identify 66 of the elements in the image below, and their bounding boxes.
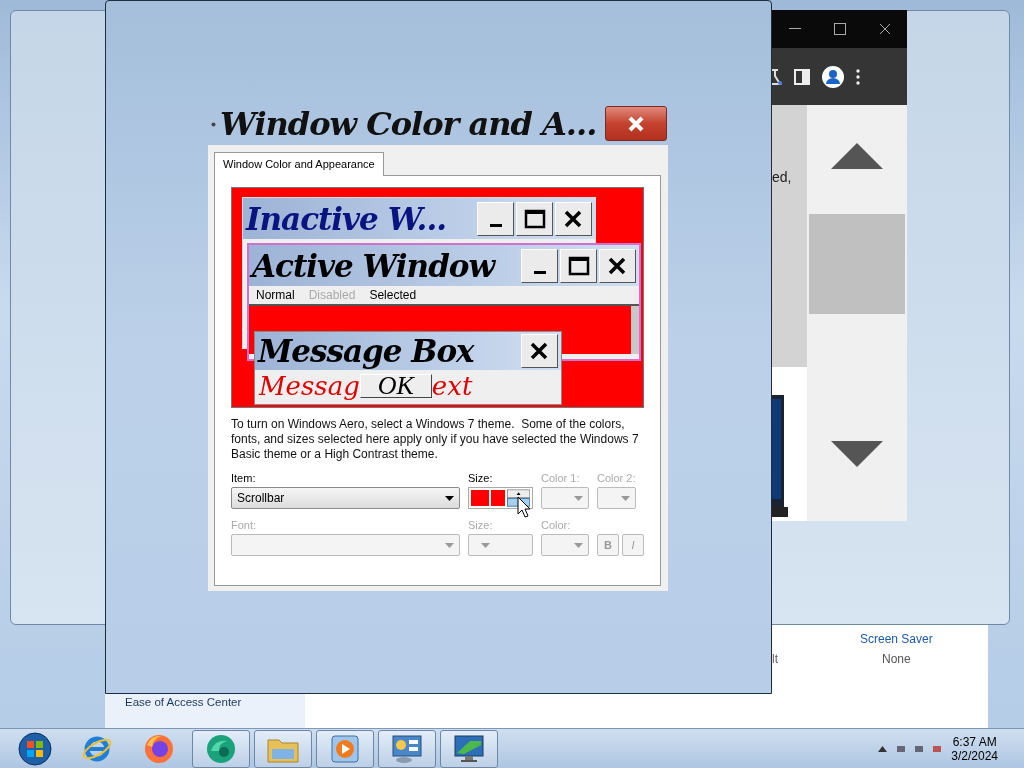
close-button[interactable] xyxy=(605,106,667,141)
maximize-icon xyxy=(567,255,590,276)
minimize-icon xyxy=(489,224,502,227)
control-panel-icon xyxy=(390,732,424,765)
show-hidden-icon[interactable] xyxy=(878,745,888,752)
taskbar-button[interactable] xyxy=(192,729,250,768)
close-icon xyxy=(627,115,645,132)
swirl-icon xyxy=(205,732,237,765)
minimize-button[interactable] xyxy=(521,248,558,283)
field-label: Color 1: xyxy=(541,472,581,484)
maximize-icon xyxy=(523,208,546,229)
close-icon xyxy=(878,23,891,35)
menu-item[interactable]: Normal xyxy=(256,288,295,302)
scrollbar xyxy=(631,306,639,354)
field-label: Color 2: xyxy=(597,472,636,484)
caret-icon xyxy=(481,542,490,548)
more-menu-icon[interactable] xyxy=(856,68,860,85)
scrollbar[interactable] xyxy=(807,105,907,521)
field-label: Font: xyxy=(231,519,258,531)
clock[interactable]: 6:37 AM 3/2/2024 xyxy=(951,734,998,763)
caret-icon xyxy=(621,495,630,501)
screen-saver-value: None xyxy=(882,652,911,666)
scroll-thumb[interactable] xyxy=(809,214,905,314)
message-text: ext xyxy=(431,372,473,399)
taskbar-button[interactable] xyxy=(440,729,498,768)
flask-icon[interactable] xyxy=(772,67,782,86)
description: To turn on Windows Aero, select a Windows 7 theme. Some of the colors, fonts, and sizes selected here apply only if you have selected the Windows 7 Basic theme or a High Contrast theme. xyxy=(231,417,640,462)
caret-icon xyxy=(574,542,583,548)
minimize-icon xyxy=(788,28,801,30)
message-title: Message Box xyxy=(258,333,476,369)
taskbar-button[interactable] xyxy=(254,729,312,768)
field-label: Size: xyxy=(468,472,494,484)
text-fragment: lt xyxy=(772,652,778,666)
minimize-icon xyxy=(533,271,546,274)
caret-icon xyxy=(445,495,454,501)
window-title: Window Color and A... xyxy=(220,105,597,143)
play-icon xyxy=(329,732,361,765)
taskbar-button[interactable] xyxy=(378,729,436,768)
field-label: Size: xyxy=(468,519,494,531)
text-fragment: ed, xyxy=(772,169,792,185)
scroll-down-icon[interactable] xyxy=(831,441,883,467)
menu-item[interactable]: Selected xyxy=(369,288,417,302)
monitor-icon xyxy=(452,732,486,765)
maximize-icon xyxy=(833,23,846,35)
inactive-title: Inactive W... xyxy=(246,200,447,237)
message-text: Messag xyxy=(259,372,360,399)
profile-icon[interactable] xyxy=(822,65,844,88)
minimize-button[interactable] xyxy=(477,201,514,236)
sidebar-link[interactable]: Ease of Access Center xyxy=(125,696,305,708)
field-label: Color: xyxy=(541,519,572,531)
maximize-button[interactable] xyxy=(516,201,553,236)
caret-icon xyxy=(445,542,454,548)
ok-button[interactable]: OK xyxy=(359,373,432,398)
side-panel-icon[interactable] xyxy=(794,68,810,85)
taskbar-button[interactable] xyxy=(316,729,374,768)
screen-saver-link[interactable]: Screen Saver xyxy=(860,632,933,646)
tab[interactable]: Window Color and Appearance xyxy=(214,152,384,176)
field-label: Item: xyxy=(231,472,257,484)
dropdown[interactable]: Scrollbar xyxy=(231,487,460,509)
scroll-up-icon[interactable] xyxy=(831,143,883,169)
globe-icon xyxy=(143,732,175,765)
caret-icon xyxy=(574,495,583,501)
orb-icon xyxy=(18,731,52,766)
cursor-icon xyxy=(517,496,531,518)
maximize-button[interactable] xyxy=(560,248,597,283)
size-spinner[interactable] xyxy=(468,487,533,509)
